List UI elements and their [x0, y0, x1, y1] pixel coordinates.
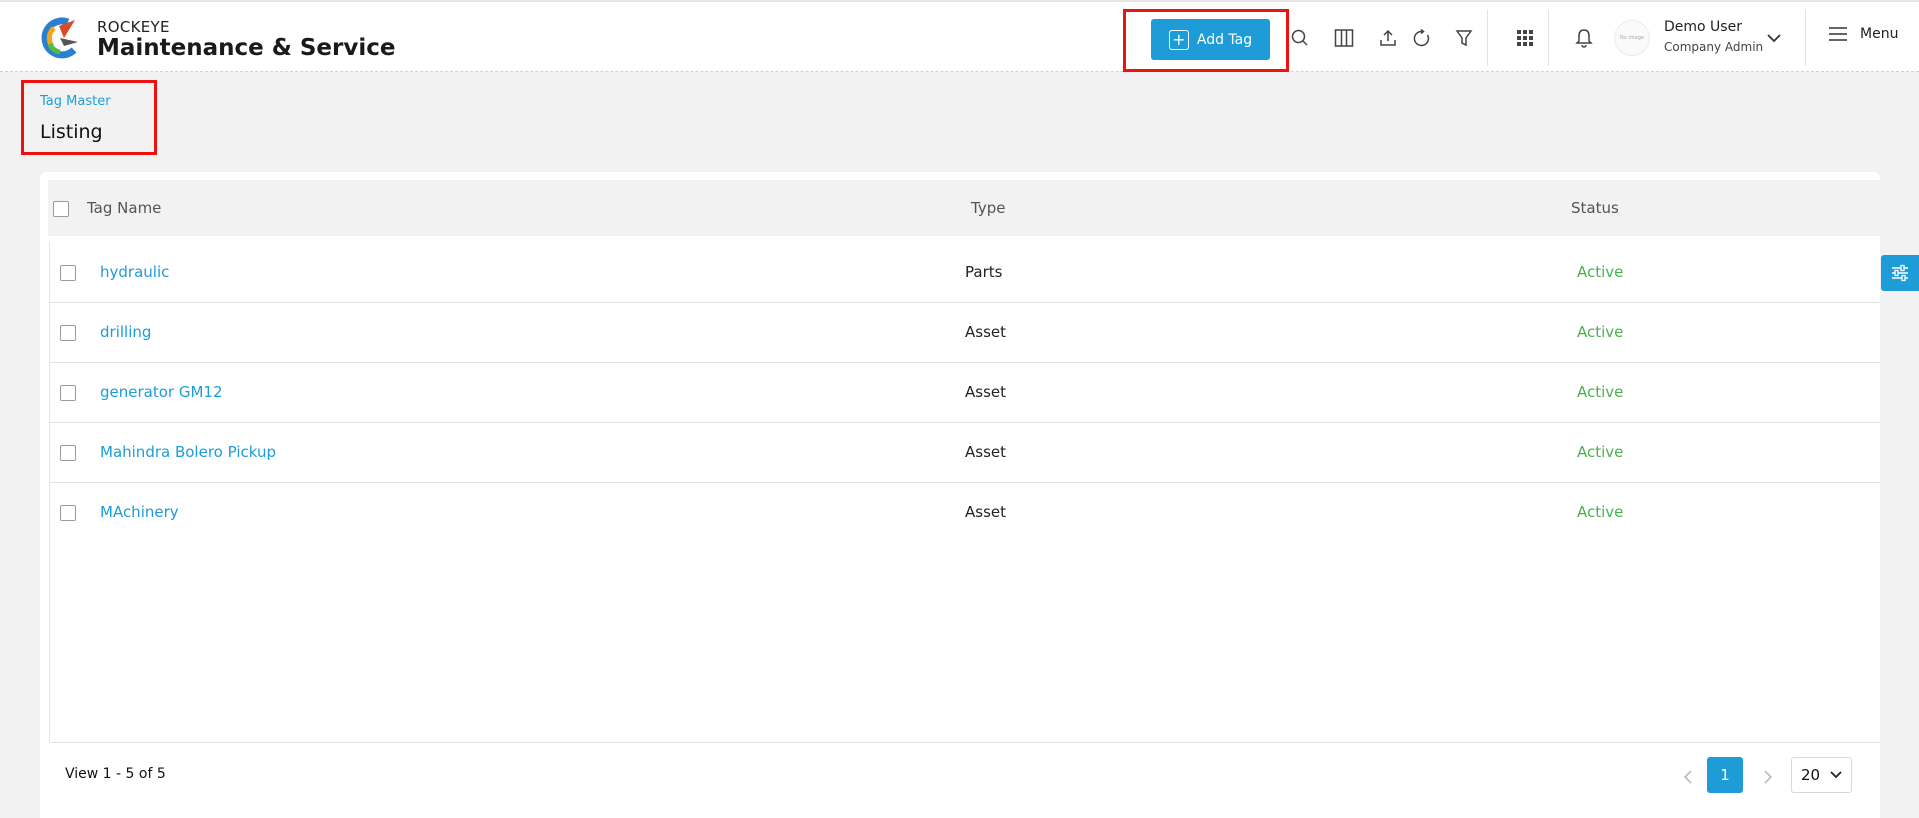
next-page-icon[interactable] [1753, 762, 1783, 792]
status-text: Active [1577, 263, 1624, 281]
tag-type: Parts [965, 263, 1003, 281]
row-checkbox[interactable] [60, 445, 76, 461]
chevron-down-icon[interactable] [1766, 29, 1782, 48]
table-row[interactable]: drilling Asset Active [50, 303, 1880, 363]
bell-icon[interactable] [1572, 26, 1596, 50]
refresh-icon[interactable] [1410, 26, 1434, 50]
tag-name-link[interactable]: hydraulic [100, 263, 169, 281]
menu-label: Menu [1860, 26, 1899, 42]
tag-name-link[interactable]: Mahindra Bolero Pickup [100, 443, 276, 461]
chevron-down-icon [1830, 771, 1842, 779]
brand-name-small: ROCKEYE [97, 18, 170, 36]
add-tag-label: Add Tag [1196, 31, 1253, 48]
add-tag-button[interactable]: + Add Tag [1151, 19, 1270, 60]
filter-icon[interactable] [1452, 26, 1476, 50]
table-row[interactable]: MAchinery Asset Active [50, 483, 1880, 543]
apps-grid-icon[interactable] [1513, 26, 1537, 50]
tag-type: Asset [965, 503, 1007, 521]
user-role: Company Admin [1664, 40, 1764, 54]
toolbar-divider [1805, 10, 1806, 66]
row-checkbox[interactable] [60, 385, 76, 401]
page-size-select[interactable]: 20 [1791, 757, 1852, 793]
plus-icon: + [1168, 29, 1189, 50]
tag-name-link[interactable]: MAchinery [100, 503, 179, 521]
toolbar-divider [1487, 10, 1488, 66]
app-title: Maintenance & Service [97, 35, 396, 61]
toolbar-divider [1548, 10, 1549, 66]
status-text: Active [1577, 323, 1624, 341]
tag-type: Asset [965, 323, 1007, 341]
page-size-value: 20 [1801, 766, 1821, 784]
page-number-current[interactable]: 1 [1707, 757, 1743, 793]
column-header-status[interactable]: Status [1571, 199, 1619, 217]
select-all-checkbox[interactable] [53, 201, 69, 217]
table-row[interactable]: generator GM12 Asset Active [50, 363, 1880, 423]
tag-type: Asset [965, 443, 1007, 461]
hamburger-icon [1829, 27, 1847, 41]
side-filter-toggle[interactable] [1881, 255, 1919, 291]
search-icon[interactable] [1288, 26, 1312, 50]
status-text: Active [1577, 383, 1624, 401]
table-header: Tag Name Type Status [48, 180, 1880, 236]
rockeye-logo [41, 17, 78, 59]
column-header-type[interactable]: Type [971, 199, 1005, 217]
tag-type: Asset [965, 383, 1007, 401]
row-checkbox[interactable] [60, 325, 76, 341]
table-row[interactable]: Mahindra Bolero Pickup Asset Active [50, 423, 1880, 483]
record-count: View 1 - 5 of 5 [65, 766, 166, 782]
sliders-icon [1892, 264, 1908, 282]
table-row[interactable]: hydraulic Parts Active [50, 243, 1880, 303]
tag-name-link[interactable]: drilling [100, 323, 151, 341]
highlight-box-breadcrumb [21, 80, 157, 155]
previous-page-icon[interactable] [1673, 762, 1703, 792]
user-name[interactable]: Demo User [1664, 19, 1742, 35]
row-checkbox[interactable] [60, 505, 76, 521]
tag-name-link[interactable]: generator GM12 [100, 383, 223, 401]
row-checkbox[interactable] [60, 265, 76, 281]
upload-icon[interactable] [1376, 26, 1400, 50]
avatar[interactable]: No image [1614, 20, 1650, 56]
status-text: Active [1577, 443, 1624, 461]
columns-icon[interactable] [1332, 26, 1356, 50]
menu-button[interactable]: Menu [1828, 26, 1898, 42]
tag-table-card: Tag Name Type Status hydraulic Parts Act… [40, 172, 1880, 818]
status-text: Active [1577, 503, 1624, 521]
column-header-tag-name[interactable]: Tag Name [87, 199, 161, 217]
page-title: Listing [40, 121, 103, 143]
top-header: ROCKEYE Maintenance & Service + Add Tag … [0, 0, 1919, 72]
table-footer-divider [50, 742, 1880, 743]
breadcrumb-tag-master[interactable]: Tag Master [40, 94, 111, 109]
